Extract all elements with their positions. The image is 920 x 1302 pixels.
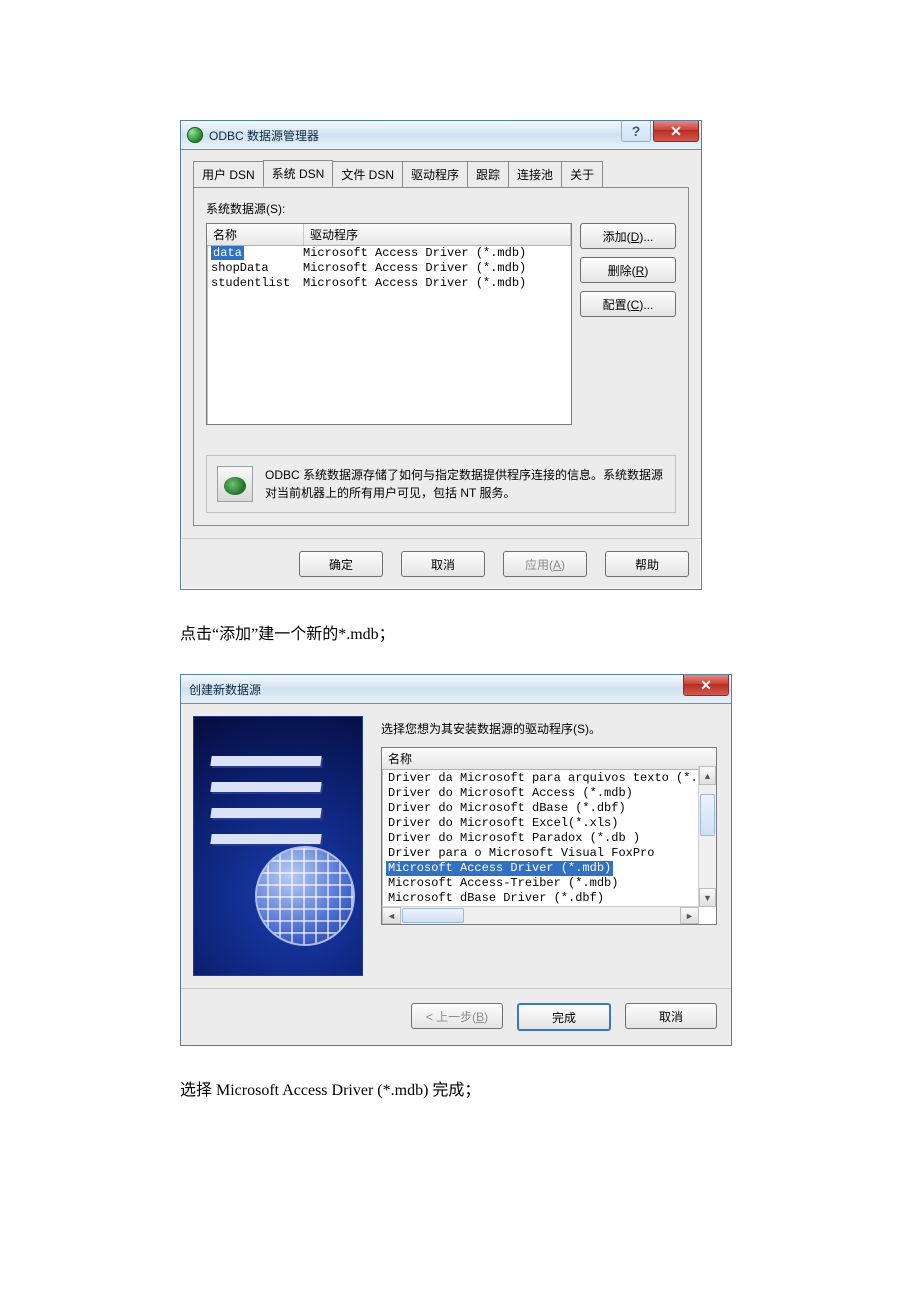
titlebar[interactable]: ODBC 数据源管理器 ? ✕ xyxy=(181,121,701,150)
tab-2[interactable]: 文件 DSN xyxy=(332,161,403,188)
create-new-datasource-dialog: 创建新数据源 ✕ 选择您想为其安装数据源的驱动程序(S)。 名称 Driver … xyxy=(180,674,732,1046)
listview-header[interactable]: 名称 驱动程序 xyxy=(207,224,571,246)
close-button[interactable]: ✕ xyxy=(653,121,699,142)
configure-button[interactable]: 配置(C)... xyxy=(580,291,676,317)
horizontal-scrollbar[interactable]: ◄ ► xyxy=(382,906,699,924)
tab-6[interactable]: 关于 xyxy=(561,161,603,188)
list-item[interactable]: Driver da Microsoft para arquivos texto … xyxy=(386,771,716,786)
add-button[interactable]: 添加(D)... xyxy=(580,223,676,249)
odbc-icon xyxy=(187,127,203,143)
table-row[interactable]: shopDataMicrosoft Access Driver (*.mdb) xyxy=(207,261,571,276)
info-panel: ODBC 系统数据源存储了如何与指定数据提供程序连接的信息。系统数据源对当前机器… xyxy=(206,455,676,513)
info-text: ODBC 系统数据源存储了如何与指定数据提供程序连接的信息。系统数据源对当前机器… xyxy=(265,466,663,502)
tab-5[interactable]: 连接池 xyxy=(508,161,562,188)
scroll-thumb[interactable] xyxy=(700,794,715,836)
tab-strip: 用户 DSN系统 DSN文件 DSN驱动程序跟踪连接池关于 xyxy=(193,160,689,188)
list-item[interactable]: Microsoft Access-Treiber (*.mdb) xyxy=(386,876,716,891)
scroll-down-icon[interactable]: ▼ xyxy=(699,888,716,907)
globe-icon xyxy=(255,846,355,946)
tab-1[interactable]: 系统 DSN xyxy=(263,160,334,187)
list-item[interactable]: Driver do Microsoft dBase (*.dbf) xyxy=(386,801,716,816)
dialog-button-row: 确定 取消 应用(A) 帮助 xyxy=(181,538,701,589)
scroll-right-icon[interactable]: ► xyxy=(680,907,699,924)
list-item[interactable]: Driver para o Microsoft Visual FoxPro xyxy=(386,846,716,861)
list-item[interactable]: Driver do Microsoft Excel(*.xls) xyxy=(386,816,716,831)
apply-button[interactable]: 应用(A) xyxy=(503,551,587,577)
list-item[interactable]: Driver do Microsoft Paradox (*.db ) xyxy=(386,831,716,846)
tab-pane-system-dsn: 系统数据源(S): 名称 驱动程序 dataMicrosoft Access D… xyxy=(193,187,689,526)
tab-4[interactable]: 跟踪 xyxy=(467,161,509,188)
col-header-name[interactable]: 名称 xyxy=(207,224,304,245)
titlebar[interactable]: 创建新数据源 ✕ xyxy=(181,675,731,704)
scroll-left-icon[interactable]: ◄ xyxy=(382,907,401,924)
caption-1: 点击“添加”建一个新的*.mdb； xyxy=(180,620,740,644)
driver-select-prompt: 选择您想为其安装数据源的驱动程序(S)。 xyxy=(381,720,717,737)
help-button-bottom[interactable]: 帮助 xyxy=(605,551,689,577)
odbc-admin-dialog: ODBC 数据源管理器 ? ✕ 用户 DSN系统 DSN文件 DSN驱动程序跟踪… xyxy=(180,120,702,590)
caption-2: 选择 Microsoft Access Driver (*.mdb) 完成； xyxy=(180,1076,740,1100)
wizard-sidebar-graphic xyxy=(193,716,363,976)
col-header-driver[interactable]: 驱动程序 xyxy=(304,224,571,245)
col-header-name[interactable]: 名称 xyxy=(382,748,716,770)
remove-button[interactable]: 删除(R) xyxy=(580,257,676,283)
list-item[interactable]: Microsoft dBase Driver (*.dbf) xyxy=(386,891,716,906)
help-button[interactable]: ? xyxy=(621,121,651,142)
system-dsn-listview[interactable]: 名称 驱动程序 dataMicrosoft Access Driver (*.m… xyxy=(206,223,572,425)
cancel-button[interactable]: 取消 xyxy=(401,551,485,577)
finish-button[interactable]: 完成 xyxy=(517,1003,611,1031)
list-item[interactable]: Driver do Microsoft Access (*.mdb) xyxy=(386,786,716,801)
window-title: ODBC 数据源管理器 xyxy=(209,127,319,144)
driver-listview[interactable]: 名称 Driver da Microsoft para arquivos tex… xyxy=(381,747,717,925)
ok-button[interactable]: 确定 xyxy=(299,551,383,577)
window-title: 创建新数据源 xyxy=(189,681,261,698)
list-item[interactable]: Microsoft Access Driver (*.mdb) xyxy=(386,861,613,876)
table-row[interactable]: studentlistMicrosoft Access Driver (*.md… xyxy=(207,276,571,291)
cancel-button[interactable]: 取消 xyxy=(625,1003,717,1029)
database-globe-icon xyxy=(217,466,253,502)
wizard-button-row: < 上一步(B) 完成 取消 xyxy=(181,988,731,1045)
scroll-thumb[interactable] xyxy=(402,908,464,923)
scroll-up-icon[interactable]: ▲ xyxy=(699,766,716,785)
vertical-scrollbar[interactable]: ▲ ▼ xyxy=(698,766,716,907)
tab-3[interactable]: 驱动程序 xyxy=(402,161,468,188)
tab-0[interactable]: 用户 DSN xyxy=(193,161,264,188)
back-button: < 上一步(B) xyxy=(411,1003,503,1029)
system-ds-label: 系统数据源(S): xyxy=(206,200,676,217)
close-button[interactable]: ✕ xyxy=(683,675,729,696)
table-row[interactable]: dataMicrosoft Access Driver (*.mdb) xyxy=(207,246,571,261)
